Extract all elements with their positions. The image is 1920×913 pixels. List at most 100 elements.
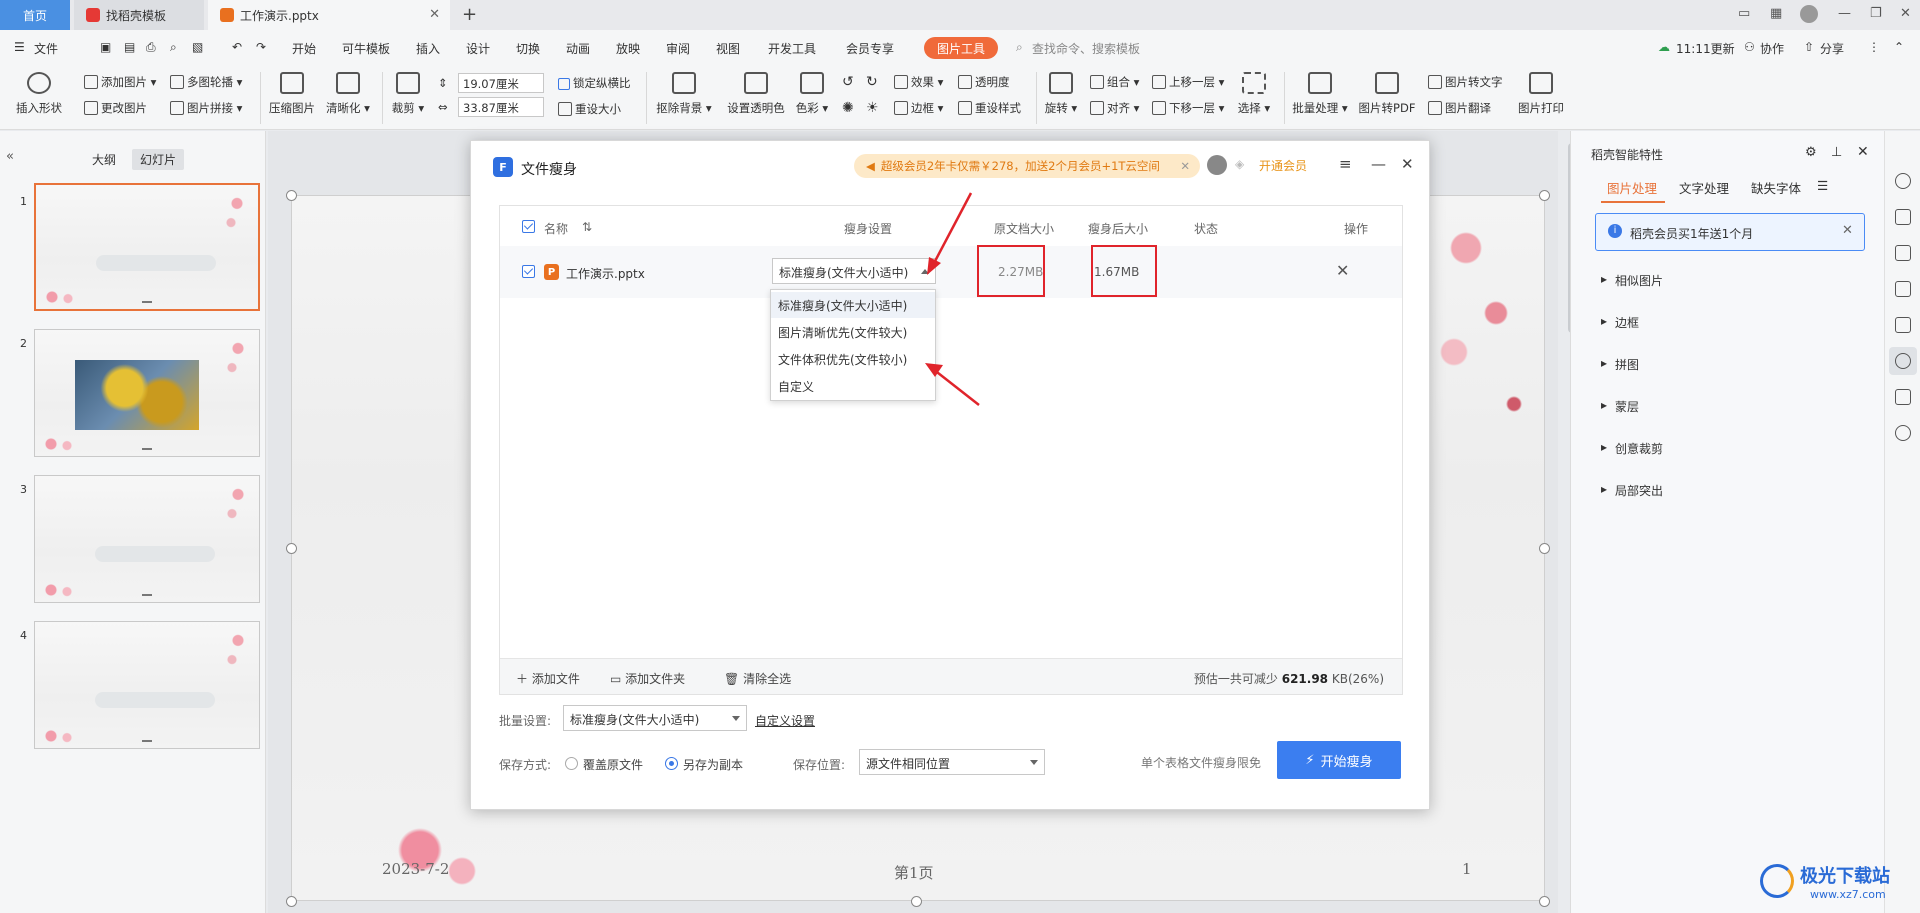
close-window-icon[interactable]: ✕: [1900, 6, 1911, 21]
border-button[interactable]: 边框 ▾: [894, 100, 943, 116]
tab-document[interactable]: 工作演示.pptx ✕: [208, 0, 450, 30]
update-status[interactable]: 11:11更新: [1676, 40, 1735, 57]
height-input[interactable]: 19.07厘米: [458, 73, 544, 93]
export-icon[interactable]: ▤: [124, 40, 135, 54]
add-folder-button[interactable]: ▭ 添加文件夹: [610, 670, 685, 687]
slide-date[interactable]: 2023-7-2: [382, 860, 449, 878]
undo-icon[interactable]: ↶: [232, 40, 242, 54]
tab-image-processing[interactable]: 图片处理: [1607, 178, 1657, 197]
sharpen-button[interactable]: 清晰化 ▾: [324, 72, 372, 116]
print-picture-button[interactable]: 图片打印: [1514, 72, 1568, 116]
save-icon[interactable]: ▣: [100, 40, 111, 54]
menu-view[interactable]: 视图: [716, 40, 740, 57]
effects-button[interactable]: 效果 ▾: [894, 74, 943, 90]
book-icon[interactable]: [1895, 389, 1911, 405]
set-transparent-button[interactable]: 设置透明色: [722, 72, 790, 116]
minimize-icon[interactable]: —: [1371, 155, 1386, 173]
reset-style-button[interactable]: 重设样式: [958, 100, 1021, 116]
brightness-icon[interactable]: ☀: [866, 100, 879, 116]
magic-icon[interactable]: [1895, 173, 1911, 189]
slide-thumbnail-4[interactable]: [34, 621, 260, 749]
menu-template[interactable]: 可牛模板: [342, 40, 390, 57]
new-tab-icon[interactable]: +: [462, 4, 477, 25]
help-icon[interactable]: [1895, 425, 1911, 441]
start-slim-button[interactable]: ⚡ 开始瘦身: [1277, 741, 1401, 779]
slide-page-label[interactable]: 第1页: [894, 862, 934, 883]
add-picture-button[interactable]: 添加图片 ▾: [84, 74, 156, 90]
member-notice[interactable]: i 稻壳会员买1年送1个月 ✕: [1595, 213, 1865, 251]
pin-icon[interactable]: ⊥: [1831, 145, 1842, 160]
save-copy-radio[interactable]: [665, 757, 678, 770]
color-button[interactable]: 色彩 ▾: [794, 72, 830, 116]
settings-icon[interactable]: ⚙: [1805, 145, 1817, 160]
lock-ratio-checkbox[interactable]: 锁定纵横比: [558, 75, 631, 91]
crop-button[interactable]: 裁剪 ▾: [388, 72, 428, 116]
rotate-right-icon[interactable]: ↻: [866, 74, 878, 90]
insert-shape-button[interactable]: 插入形状: [10, 72, 68, 116]
picture-tool-icon[interactable]: [1895, 317, 1911, 333]
menu-file[interactable]: 文件: [34, 40, 58, 57]
tab-picture-tools[interactable]: 图片工具: [924, 37, 998, 59]
overwrite-label[interactable]: 覆盖原文件: [583, 756, 643, 773]
slide-number-text[interactable]: 1: [1462, 860, 1472, 878]
close-dialog-icon[interactable]: ✕: [1401, 155, 1414, 173]
menu-slideshow[interactable]: 放映: [616, 40, 640, 57]
open-vip-link[interactable]: 开通会员: [1259, 157, 1307, 174]
pin-shape-icon[interactable]: [1895, 245, 1911, 261]
hamburger-icon[interactable]: ☰: [14, 40, 25, 54]
custom-settings-link[interactable]: 自定义设置: [755, 712, 815, 729]
close-panel-icon[interactable]: ✕: [1857, 144, 1869, 160]
item-collage[interactable]: 拼图: [1615, 356, 1639, 373]
item-mask[interactable]: 蒙层: [1615, 398, 1639, 415]
overwrite-radio[interactable]: [565, 757, 578, 770]
select-all-checkbox[interactable]: [522, 220, 535, 233]
slide-thumbnail-2[interactable]: [34, 329, 260, 457]
rotate-button[interactable]: 旋转 ▾: [1042, 72, 1080, 116]
preview-icon[interactable]: ⌕: [170, 40, 177, 55]
item-creative-crop[interactable]: 创意裁剪: [1615, 440, 1663, 457]
sort-icon[interactable]: ⇅: [582, 220, 592, 234]
batch-button[interactable]: 批量处理 ▾: [1290, 72, 1350, 116]
adjust-icon[interactable]: [1895, 209, 1911, 225]
resize-handle[interactable]: [1539, 190, 1550, 201]
change-picture-button[interactable]: 更改图片: [84, 100, 147, 116]
rotate-left-icon[interactable]: ↺: [842, 74, 854, 90]
to-pdf-button[interactable]: 图片转PDF: [1356, 72, 1418, 116]
tab-home[interactable]: 首页: [0, 0, 70, 30]
menu-start[interactable]: 开始: [292, 40, 316, 57]
close-icon[interactable]: ✕: [429, 7, 440, 22]
close-notice-icon[interactable]: ✕: [1842, 223, 1853, 238]
format-icon[interactable]: ▧: [192, 40, 203, 54]
minimize-icon[interactable]: —: [1838, 6, 1851, 21]
menu-icon[interactable]: ☰: [1817, 178, 1828, 193]
save-location-select[interactable]: 源文件相同位置: [859, 749, 1045, 775]
menu-icon[interactable]: ≡: [1339, 155, 1352, 173]
item-local-highlight[interactable]: 局部突出: [1615, 482, 1663, 499]
tab-missing-fonts[interactable]: 缺失字体: [1751, 178, 1801, 197]
row-checkbox[interactable]: [522, 265, 535, 278]
grid-icon[interactable]: ▦: [1770, 6, 1782, 21]
multi-carousel-button[interactable]: 多图轮播 ▾: [170, 74, 242, 90]
contrast-icon[interactable]: ✺: [842, 100, 854, 116]
avatar[interactable]: [1207, 155, 1227, 175]
collage-button[interactable]: 图片拼接 ▾: [170, 100, 242, 116]
clear-all-button[interactable]: 🗑 清除全选: [724, 670, 791, 687]
menu-transition[interactable]: 切换: [516, 40, 540, 57]
reset-size-button[interactable]: 重设大小: [558, 101, 621, 117]
translate-button[interactable]: 图片翻译: [1428, 100, 1491, 116]
save-copy-label[interactable]: 另存为副本: [683, 756, 743, 773]
layout-icon[interactable]: ▭: [1738, 6, 1750, 21]
search-icon[interactable]: ⌕: [1016, 40, 1023, 55]
compress-button[interactable]: 压缩图片: [266, 72, 318, 116]
resize-handle[interactable]: [911, 896, 922, 907]
collapse-panel-icon[interactable]: «: [6, 149, 14, 164]
panel-title[interactable]: 稻壳智能特性: [1591, 146, 1663, 163]
slide-thumbnail-1[interactable]: [34, 183, 260, 311]
resize-handle[interactable]: [286, 543, 297, 554]
collab-button[interactable]: 协作: [1760, 40, 1784, 57]
remove-bg-button[interactable]: 抠除背景 ▾: [654, 72, 714, 116]
menu-member[interactable]: 会员专享: [846, 40, 894, 57]
smart-feature-icon[interactable]: [1895, 353, 1911, 369]
to-text-button[interactable]: 图片转文字: [1428, 74, 1503, 90]
tab-outline[interactable]: 大纲: [92, 151, 116, 168]
